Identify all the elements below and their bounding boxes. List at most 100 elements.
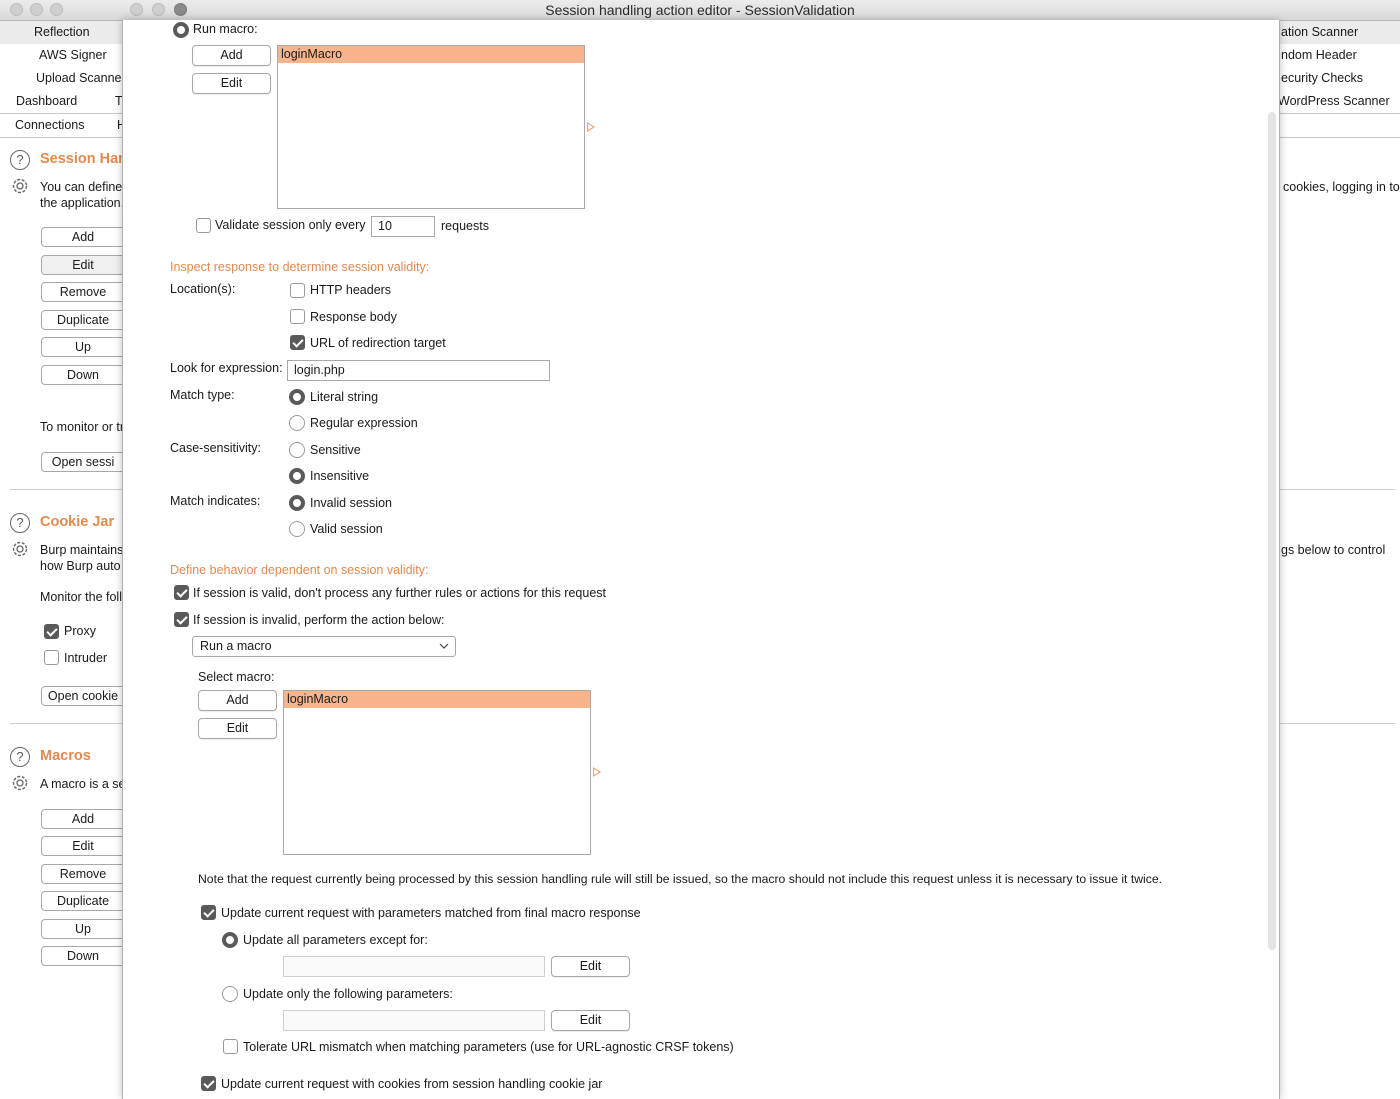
http-headers-checkbox[interactable] [290,283,305,298]
macro-edit-button[interactable]: Edit [41,836,125,856]
top-macro-list[interactable]: loginMacro [277,45,585,209]
sensitive-radio[interactable] [289,442,305,458]
session-desc-2: the application, [40,196,125,210]
bottom-edit-macro-button[interactable]: Edit [198,718,277,739]
update-cookies-checkbox[interactable] [201,1076,216,1091]
requests-label: requests [441,219,489,233]
only-params-input[interactable] [283,1010,545,1031]
top-add-macro-button[interactable]: Add [192,45,271,66]
select-macro-label: Select macro: [198,670,275,684]
session-duplicate-button[interactable]: Duplicate [41,310,125,330]
help-icon[interactable]: ? [10,513,30,533]
tab-dashboard[interactable]: Dashboard [16,94,77,108]
if-invalid-checkbox[interactable] [174,612,189,627]
tab-right-1[interactable]: ation Scanner [1281,25,1358,39]
chevron-down-icon [439,643,449,649]
locations-label: Location(s): [170,282,236,296]
update-all-except-radio[interactable] [222,932,238,948]
macro-add-button[interactable]: Add [41,809,125,829]
macro-duplicate-button[interactable]: Duplicate [41,891,125,911]
session-action-editor-dialog: Run macro: Add Edit loginMacro Validate … [122,20,1280,1099]
if-invalid-label: If session is invalid, perform the actio… [193,613,445,627]
response-body-label: Response body [310,310,397,324]
tab-connections[interactable]: Connections [15,118,85,132]
bottom-macro-list[interactable]: loginMacro [283,690,591,855]
look-for-input[interactable]: login.php [287,360,550,381]
valid-session-radio[interactable] [289,521,305,537]
tab-right-4[interactable]: WordPress Scanner [1278,94,1390,108]
http-headers-label: HTTP headers [310,283,392,297]
valid-session-label: Valid session [310,522,383,536]
cookie-monitor-text: Monitor the follo [40,590,129,604]
open-sessions-tracer-button[interactable]: Open sessi [41,452,125,472]
macro-down-button[interactable]: Down [41,946,125,966]
look-for-label: Look for expression: [170,361,283,375]
section-divider [10,723,122,724]
session-desc-right: cookies, logging in to [1283,180,1400,194]
proxy-label: Proxy [64,624,96,638]
tab-aws-signer[interactable]: AWS Signer [39,48,107,62]
tolerate-url-mismatch-label: Tolerate URL mismatch when matching para… [243,1040,734,1054]
macro-remove-button[interactable]: Remove [41,864,125,884]
cookie-desc-2: how Burp auto [40,559,121,573]
validate-every-checkbox[interactable] [196,218,211,233]
run-macro-radio[interactable] [173,22,189,38]
insensitive-radio[interactable] [289,468,305,484]
macro-up-button[interactable]: Up [41,919,125,939]
action-select[interactable]: Run a macro [192,636,456,657]
bottom-add-macro-button[interactable]: Add [198,690,277,711]
validate-every-input[interactable]: 10 [371,216,435,237]
url-redirect-checkbox[interactable] [290,335,305,350]
except-params-input[interactable] [283,956,545,977]
validate-every-label: Validate session only every [215,218,366,232]
tab-reflection[interactable]: Reflection [34,25,90,39]
literal-string-radio[interactable] [289,389,305,405]
tab-upload-scanner[interactable]: Upload Scanne [36,71,121,85]
list-item[interactable]: loginMacro [278,46,584,63]
session-edit-button[interactable]: Edit [41,255,125,275]
section-divider [10,489,122,490]
case-sensitivity-label: Case-sensitivity: [170,441,261,455]
run-macro-label: Run macro: [193,22,258,36]
cookie-desc-1: Burp maintains [40,543,124,557]
help-icon[interactable]: ? [10,747,30,767]
top-edit-macro-button[interactable]: Edit [192,73,271,94]
intruder-checkbox[interactable] [44,650,59,665]
regex-radio[interactable] [289,415,305,431]
gear-icon[interactable] [10,773,30,793]
define-section-title: Define behavior dependent on session val… [170,563,429,577]
proxy-checkbox[interactable] [44,624,59,639]
tolerate-url-mismatch-checkbox[interactable] [223,1039,238,1054]
session-down-button[interactable]: Down [41,365,125,385]
gear-icon[interactable] [10,539,30,559]
gear-icon[interactable] [10,176,30,196]
dialog-scrollbar[interactable] [1268,112,1276,950]
regex-label: Regular expression [310,416,418,430]
match-indicates-label: Match indicates: [170,494,261,508]
action-select-value: Run a macro [200,639,272,653]
expand-arrow-icon[interactable] [587,122,595,132]
session-remove-button[interactable]: Remove [41,282,125,302]
session-add-button[interactable]: Add [41,227,125,247]
section-divider-right [1280,723,1395,724]
update-only-label: Update only the following parameters: [243,987,453,1001]
help-icon[interactable]: ? [10,150,30,170]
section-divider-right [1280,489,1395,490]
session-up-button[interactable]: Up [41,337,125,357]
macros-desc-1: A macro is a se [40,777,126,791]
update-params-checkbox[interactable] [201,905,216,920]
edit-only-params-button[interactable]: Edit [551,1010,630,1031]
list-item[interactable]: loginMacro [284,691,590,708]
session-handling-title: Session Han [40,151,128,167]
open-cookie-jar-button[interactable]: Open cookie [41,686,125,706]
tab-right-3[interactable]: ecurity Checks [1281,71,1363,85]
edit-except-params-button[interactable]: Edit [551,956,630,977]
invalid-session-radio[interactable] [289,495,305,511]
expand-arrow-icon[interactable] [593,767,601,777]
response-body-checkbox[interactable] [290,309,305,324]
macros-title: Macros [40,748,91,764]
macro-note: Note that the request currently being pr… [198,872,1162,886]
tab-right-2[interactable]: ndom Header [1281,48,1357,62]
if-valid-checkbox[interactable] [174,585,189,600]
update-only-radio[interactable] [222,986,238,1002]
